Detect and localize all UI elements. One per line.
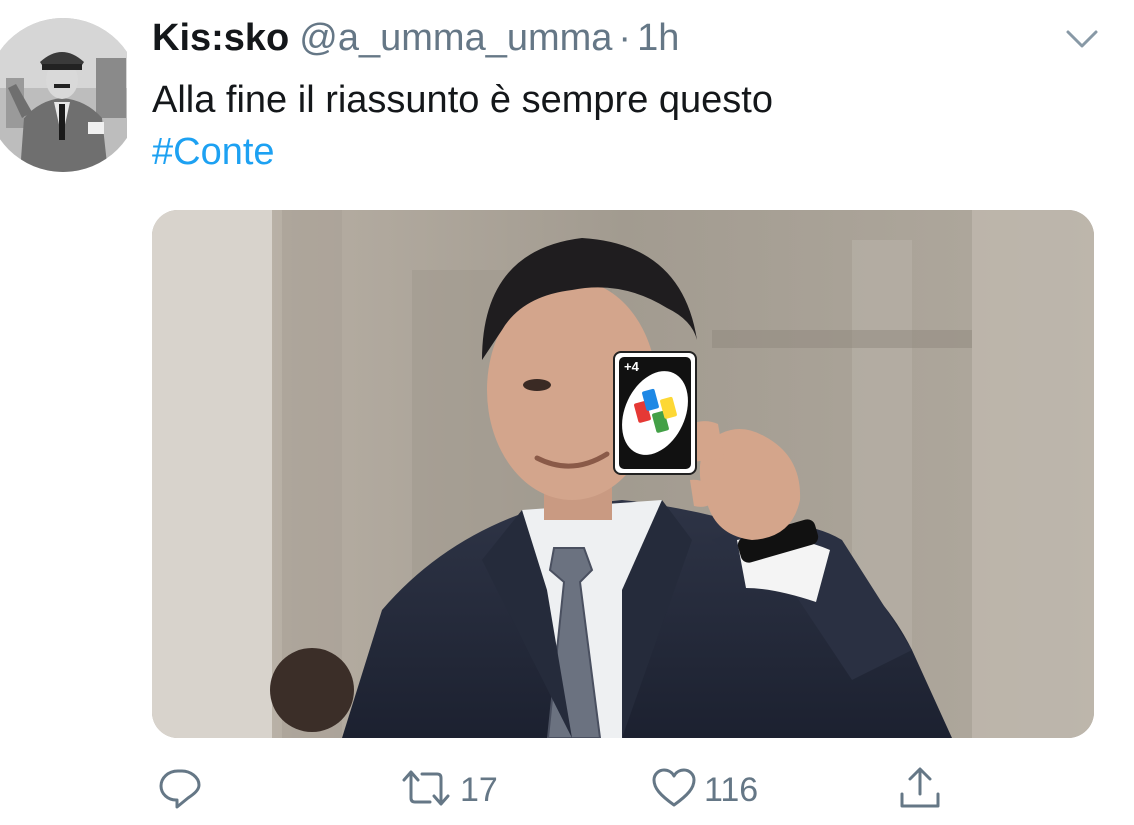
tweet-body: Alla fine il riassunto è sempre questo bbox=[152, 79, 773, 121]
tweet-actions: 17 116 bbox=[0, 760, 1134, 820]
hashtag-link[interactable]: #Conte bbox=[152, 126, 1052, 178]
like-count: 116 bbox=[704, 770, 759, 809]
separator-dot: · bbox=[618, 17, 632, 59]
timestamp[interactable]: 1h bbox=[637, 17, 679, 59]
like-button[interactable]: 116 bbox=[650, 760, 758, 820]
chevron-down-icon[interactable] bbox=[1062, 24, 1102, 54]
tweet-media-image[interactable]: +4 bbox=[152, 210, 1094, 738]
avatar[interactable] bbox=[0, 18, 127, 173]
retweet-button[interactable]: 17 bbox=[398, 760, 498, 820]
tweet: Kis:sko @a_umma_umma · 1h Alla fine il rias… bbox=[0, 0, 1134, 825]
card-label: +4 bbox=[624, 359, 640, 374]
tweet-header: Kis:sko @a_umma_umma · 1h bbox=[152, 14, 679, 62]
share-icon bbox=[896, 764, 944, 817]
reply-icon bbox=[156, 764, 204, 817]
heart-icon bbox=[650, 764, 698, 817]
user-handle[interactable]: @a_umma_umma bbox=[299, 17, 612, 59]
tweet-text: Alla fine il riassunto è sempre questo #… bbox=[152, 74, 1052, 178]
reply-button[interactable] bbox=[156, 760, 210, 820]
share-button[interactable] bbox=[896, 760, 950, 820]
display-name[interactable]: Kis:sko bbox=[152, 17, 289, 59]
retweet-icon bbox=[398, 764, 454, 817]
retweet-count: 17 bbox=[460, 770, 498, 809]
